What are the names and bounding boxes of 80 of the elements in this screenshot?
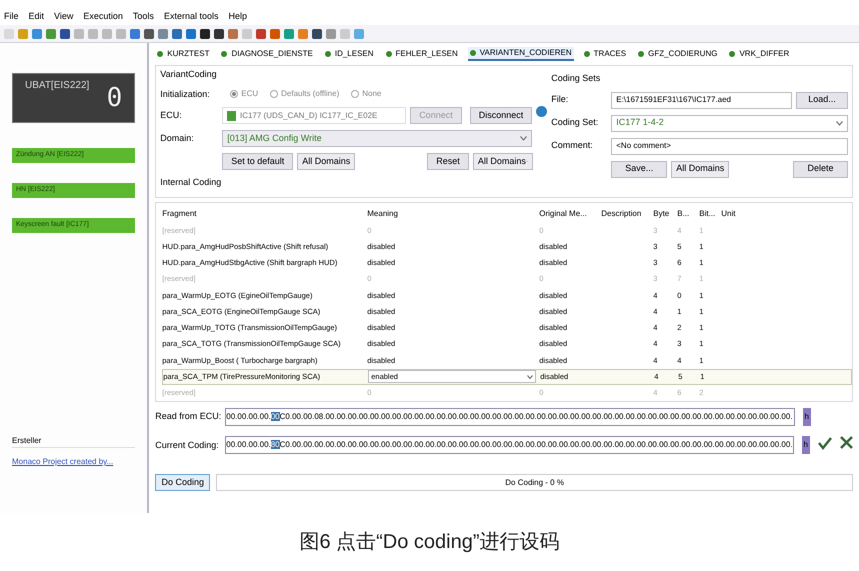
reset-button[interactable]: Reset	[427, 153, 469, 170]
status-dot-icon	[638, 51, 644, 57]
chevron-down-icon	[520, 136, 528, 141]
column-header[interactable]: Byte	[653, 208, 678, 220]
status-dot-icon	[386, 51, 392, 57]
radio-option[interactable]: ECU	[230, 88, 258, 100]
file-field[interactable]: E:\1671591EF31\167\IC177.aed	[611, 92, 792, 108]
status-dot-icon	[729, 51, 736, 57]
group-title: Internal Coding	[160, 176, 222, 189]
radio-option[interactable]: None	[351, 88, 382, 100]
menu-item[interactable]: View	[54, 10, 74, 25]
domains-select[interactable]: All Domains	[671, 160, 730, 178]
radio-button[interactable]	[230, 90, 238, 98]
close-icon[interactable]	[840, 436, 853, 449]
menu-item[interactable]: Edit	[28, 10, 44, 25]
chevron-down-icon	[527, 374, 534, 379]
field-label: Initialization:	[160, 88, 211, 100]
tab[interactable]: FEHLER_LESEN	[384, 48, 460, 60]
hex-field[interactable]: 00.00.00.00.80C0.00.00.00.00.00.00.00.00.00.00.00.00.00.00.00.00.00.00.00.00.00.00.00.00.00.00.00.00.00.00.00.00.00.00.00.00.00.00.00.00.00.00.00.00.00.	[225, 436, 794, 454]
tab[interactable]: GFZ_CODIERUNG	[636, 48, 720, 60]
status-dot-icon	[221, 51, 228, 57]
field-label: Coding Set:	[551, 116, 600, 130]
status-dot-icon	[470, 50, 476, 56]
group-title: Coding Sets	[551, 72, 602, 85]
column-header[interactable]: B...	[677, 208, 700, 220]
column-header[interactable]: Unit	[721, 208, 752, 220]
field-label: Current Coding:	[155, 439, 218, 452]
chevron-down-icon	[836, 120, 843, 126]
radio-button[interactable]	[270, 90, 278, 98]
comment-field[interactable]: <No comment>	[611, 138, 848, 154]
tab[interactable]: VARIANTEN_CODIEREN	[468, 47, 574, 61]
progress-text: Do Coding - 0 %	[504, 476, 565, 489]
menu-item[interactable]: Tools	[132, 10, 154, 25]
hex-field[interactable]: 00.00.00.00.00C0.00.00.08.00.00.00.00.00.00.00.00.00.00.00.00.00.00.00.00.00.00.00.00.00.00.00.00.00.00.00.00.00.00.00.00.00.00.00.00.00.00.00.00.00.00.	[225, 408, 795, 426]
menu-item[interactable]: External tools	[164, 10, 218, 25]
ecu-field[interactable]: IC177 (UDS_CAN_D) IC177_IC_E02E	[222, 107, 406, 124]
creator-heading: Ersteller	[12, 435, 136, 448]
field-label: Domain:	[160, 132, 195, 145]
disconnect-button[interactable]: Disconnect	[470, 107, 532, 124]
menu-item[interactable]: File	[4, 10, 19, 25]
tab[interactable]: KURZTEST	[155, 48, 212, 60]
field-label: ECU:	[160, 108, 183, 122]
domains-select[interactable]: All Domains	[472, 153, 533, 170]
field-label: Comment:	[551, 139, 594, 152]
column-header[interactable]: Meaning	[367, 208, 540, 220]
display-title: UBAT[EIS222]	[25, 79, 90, 93]
domains-select[interactable]: All Domains	[297, 153, 356, 170]
tab[interactable]: VRK_DIFFER	[727, 48, 792, 60]
column-header[interactable]: Original Me...	[539, 208, 602, 220]
menu-item[interactable]: Help	[228, 10, 247, 25]
group-title: VariantCoding	[160, 68, 218, 81]
radio-button[interactable]	[351, 90, 360, 98]
column-header[interactable]: Fragment	[162, 208, 368, 220]
column-header[interactable]: Bit...	[699, 208, 722, 220]
creator-link[interactable]: Monaco Project created by...	[12, 456, 136, 468]
do-coding-button[interactable]: Do Coding	[155, 474, 210, 491]
unit-label: h	[802, 408, 811, 426]
check-icon[interactable]	[818, 436, 832, 450]
field-label: File:	[551, 93, 570, 106]
hex-value: 00.00.00.00.80C0.00.00.00.00.00.00.00.00.00.00.00.00.00.00.00.00.00.00.00.00.00.00.00.00.00.00.00.00.00.00.00.00.00.00.00.00.00.00.00.00.00.00.00.00.00.	[226, 439, 793, 451]
tab[interactable]: TRACES	[582, 48, 628, 60]
unit-label: h	[802, 436, 810, 454]
save-button[interactable]: Save...	[611, 160, 668, 178]
domain-select[interactable]: [013] AMG Config Write	[222, 130, 532, 147]
tab[interactable]: DIAGNOSE_DIENSTE	[219, 48, 315, 60]
radio-option[interactable]: Defaults (offline)	[270, 88, 340, 100]
figure-caption: 图6 点击“Do coding”进行设码	[299, 530, 560, 555]
tab[interactable]: ID_LESEN	[322, 48, 376, 60]
status-dot-icon	[157, 51, 164, 57]
load-button[interactable]: Load...	[796, 92, 848, 108]
menu-item[interactable]: Execution	[83, 10, 123, 25]
info-icon	[536, 106, 548, 117]
hex-value: 00.00.00.00.00C0.00.00.08.00.00.00.00.00.00.00.00.00.00.00.00.00.00.00.00.00.00.00.00.00.00.00.00.00.00.00.00.00.00.00.00.00.00.00.00.00.00.00.00.00.00.	[226, 411, 793, 423]
column-header[interactable]: Description	[601, 208, 654, 220]
status-dot-icon	[324, 51, 331, 57]
delete-button[interactable]: Delete	[793, 160, 848, 178]
status-dot-icon	[584, 51, 590, 57]
coding-set-select[interactable]: IC177 1-4-2	[611, 114, 848, 132]
set-default-button[interactable]: Set to default	[222, 153, 294, 170]
display-digit: 0	[106, 85, 122, 111]
